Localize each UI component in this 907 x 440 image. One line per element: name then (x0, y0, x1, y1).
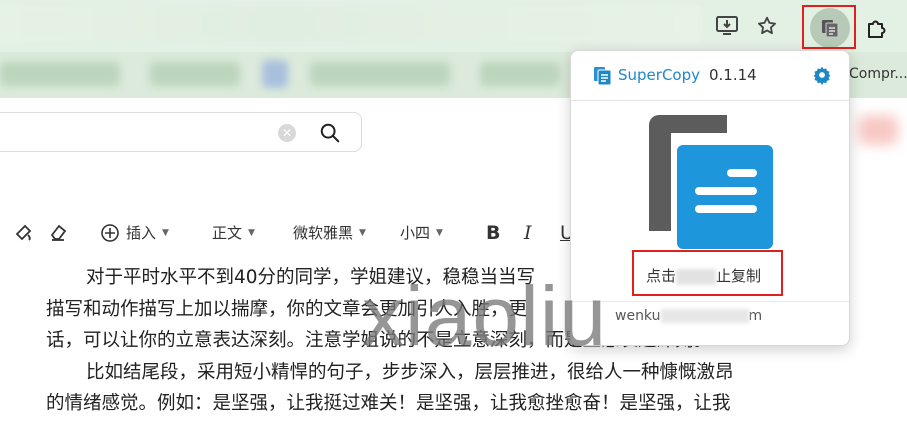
chevron-down-icon: ▼ (359, 227, 366, 238)
article-line: 的情绪感觉。例如：是坚强，让我挺过难关！是坚强，让我愈挫愈奋！是坚强，让我 (46, 393, 731, 414)
extensions-puzzle-icon[interactable] (861, 12, 893, 44)
italic-button[interactable]: I (524, 222, 532, 244)
font-size-select[interactable]: 小四 ▼ (400, 222, 443, 243)
popup-footer: wenku m (615, 308, 762, 324)
supercopy-large-logo[interactable] (649, 115, 773, 255)
footer-prefix: wenku (615, 308, 661, 324)
insert-label: 插入 (126, 224, 157, 242)
search-input[interactable]: ✕ (0, 112, 362, 152)
clear-icon[interactable]: ✕ (278, 124, 296, 142)
footer-suffix: m (748, 308, 763, 324)
popup-version: 0.1.14 (709, 66, 757, 84)
font-family-select[interactable]: 微软雅黑 ▼ (293, 222, 366, 243)
bold-button[interactable]: B (486, 222, 500, 244)
popup-divider (571, 301, 849, 302)
paragraph-style-select[interactable]: 正文 ▼ (212, 222, 255, 243)
star-icon[interactable] (755, 14, 779, 38)
address-bar-blurred (0, 6, 700, 42)
plus-circle-icon (101, 223, 119, 242)
gear-icon[interactable] (812, 65, 832, 89)
search-icon[interactable] (319, 122, 341, 148)
watermark-text: xiaoliu (362, 269, 608, 363)
blurred-element (858, 115, 898, 145)
popup-header: SuperCopy 0.1.14 (571, 51, 849, 101)
install-app-icon[interactable] (715, 14, 739, 38)
toggle-highlight-box (632, 250, 783, 296)
browser-window: Compr... ✕ 插入 ▼ 正文 ▼ 微软雅黑 ▼ 小四 ▼ B I U 对… (0, 0, 907, 440)
extension-highlight-box (802, 5, 856, 49)
supercopy-logo-icon (593, 66, 613, 90)
eraser-icon[interactable] (48, 222, 68, 242)
insert-menu[interactable]: 插入 ▼ (100, 222, 169, 243)
chevron-down-icon: ▼ (436, 227, 443, 238)
size-label: 小四 (400, 224, 431, 242)
chevron-down-icon: ▼ (162, 227, 169, 238)
bookmark-compr[interactable]: Compr... (849, 66, 907, 82)
font-label: 微软雅黑 (293, 224, 354, 242)
popup-title: SuperCopy (618, 66, 700, 84)
style-label: 正文 (212, 224, 243, 242)
editor-toolbar: 插入 ▼ 正文 ▼ 微软雅黑 ▼ 小四 ▼ B I U (0, 215, 600, 249)
chevron-down-icon: ▼ (248, 227, 255, 238)
format-painter-icon[interactable] (14, 222, 34, 242)
supercopy-popup: SuperCopy 0.1.14 点击 止复制 wenku m (570, 50, 850, 346)
